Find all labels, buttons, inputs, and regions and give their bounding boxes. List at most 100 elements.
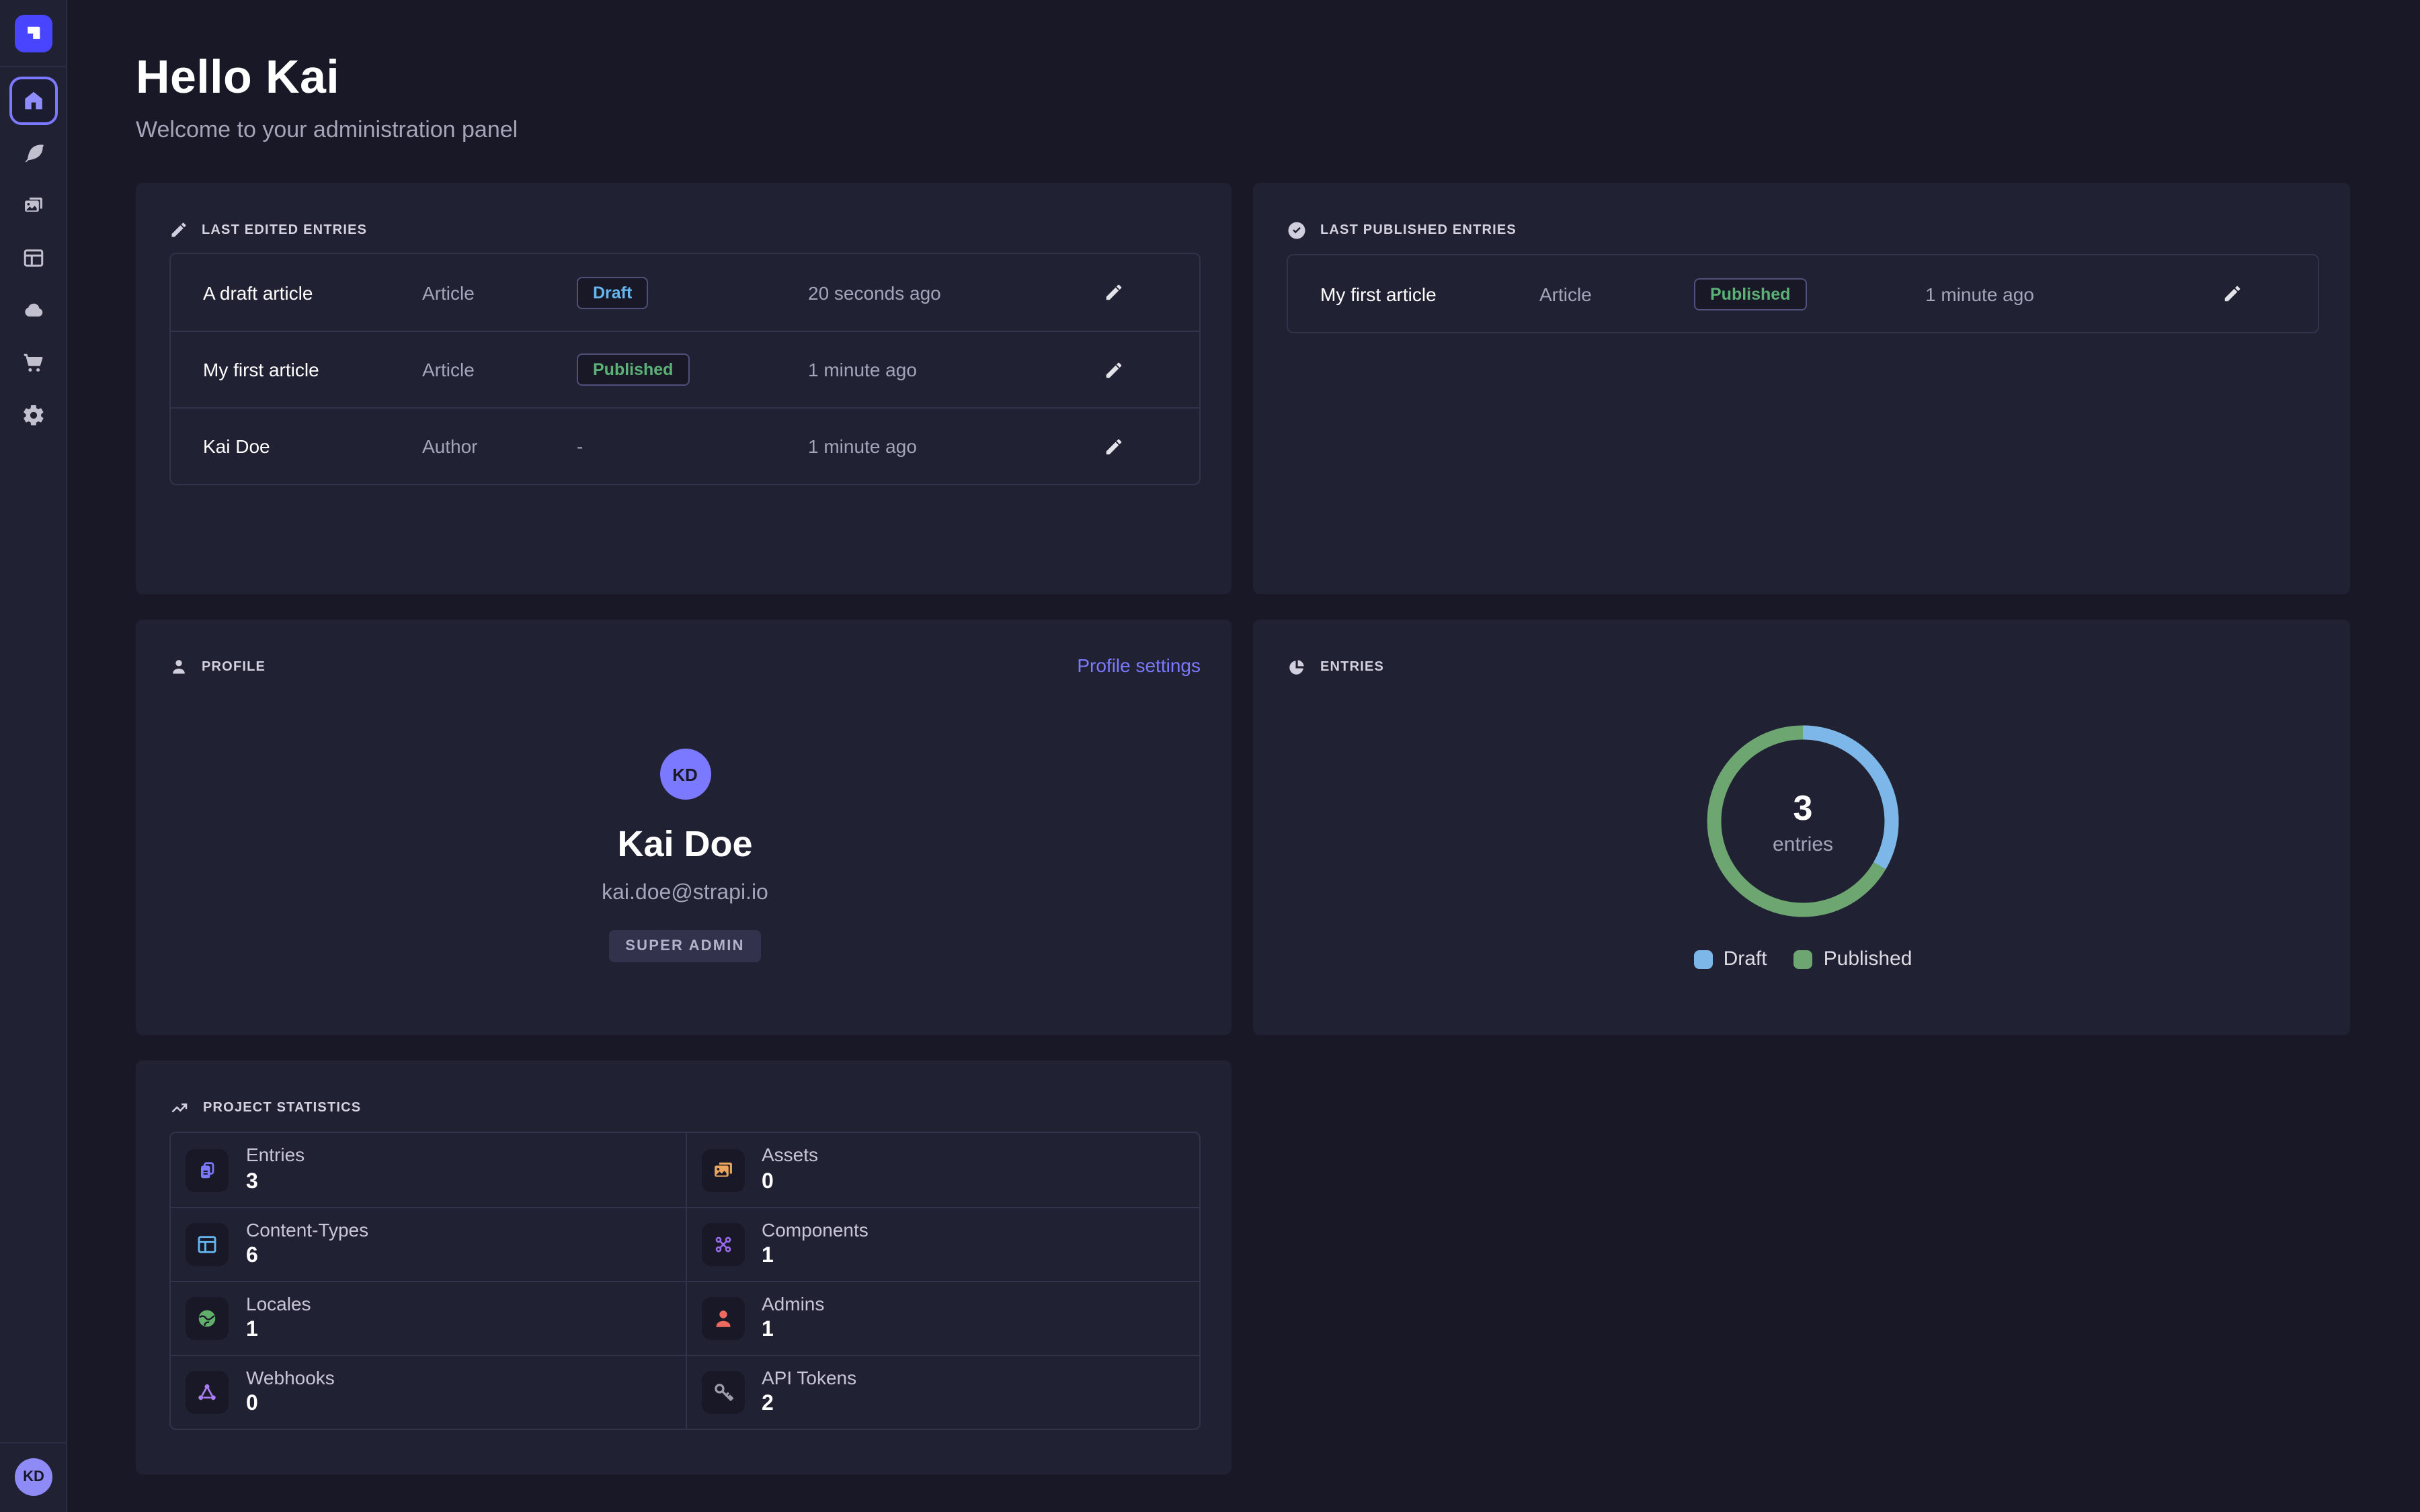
- home-icon: [22, 89, 46, 113]
- stat-admins: Admins 1: [685, 1281, 1199, 1355]
- project-statistics-header: PROJECT STATISTICS: [169, 1098, 1201, 1118]
- stat-label: Admins: [762, 1294, 824, 1315]
- main-content: Hello Kai Welcome to your administration…: [67, 0, 2420, 1474]
- edit-entry-button[interactable]: [1103, 360, 1123, 380]
- entry-type: Article: [422, 359, 577, 380]
- cart-icon: [22, 351, 46, 375]
- profile-settings-link[interactable]: Profile settings: [1077, 655, 1201, 676]
- status-badge: Draft: [577, 276, 648, 308]
- last-published-table: My first article Article Published 1 min…: [1287, 254, 2319, 333]
- sidebar-item-media-library[interactable]: [9, 181, 58, 230]
- entry-name: My first article: [203, 359, 422, 380]
- stat-value: 1: [762, 1245, 869, 1269]
- stat-value: 0: [762, 1170, 818, 1194]
- entry-name: A draft article: [203, 282, 422, 303]
- user-avatar[interactable]: KD: [15, 1458, 52, 1496]
- layout-icon: [186, 1223, 229, 1266]
- sidebar-item-content-type-builder[interactable]: [9, 234, 58, 282]
- stat-label: Assets: [762, 1146, 818, 1167]
- strapi-logo-icon: [19, 19, 48, 48]
- stat-label: Locales: [246, 1294, 311, 1315]
- stats-grid: Entries 3: [169, 1132, 1201, 1430]
- sidebar-item-deploy[interactable]: [9, 286, 58, 335]
- stat-label: API Tokens: [762, 1368, 856, 1389]
- sidebar-item-home[interactable]: [9, 77, 58, 125]
- entries-count: 3: [1793, 787, 1813, 829]
- draft-swatch: [1694, 950, 1713, 968]
- project-statistics-title: PROJECT STATISTICS: [203, 1101, 361, 1116]
- stat-value: 0: [246, 1392, 335, 1417]
- documents-icon: [186, 1148, 229, 1191]
- last-published-title: LAST PUBLISHED ENTRIES: [1320, 223, 1517, 238]
- stat-value: 6: [246, 1245, 368, 1269]
- table-row: A draft article Article Draft 20 seconds…: [171, 254, 1199, 331]
- entry-time: 1 minute ago: [808, 359, 1055, 380]
- pencil-icon: [2222, 284, 2242, 304]
- edit-entry-button[interactable]: [1103, 282, 1123, 302]
- last-edited-entries-card: LAST EDITED ENTRIES A draft article Arti…: [136, 183, 1232, 594]
- last-published-entries-card: LAST PUBLISHED ENTRIES My first article …: [1253, 183, 2350, 594]
- profile-name: Kai Doe: [617, 824, 752, 866]
- table-row: My first article Article Published 1 min…: [1288, 255, 2318, 332]
- entries-header: ENTRIES: [1287, 657, 2319, 677]
- stat-assets: Assets 0: [685, 1133, 1199, 1207]
- legend-item-published: Published: [1794, 948, 1912, 970]
- profile-body: KD Kai Doe kai.doe@strapi.io SUPER ADMIN: [169, 749, 1201, 962]
- pie-chart-icon: [1287, 657, 1307, 677]
- profile-header: PROFILE: [169, 657, 1201, 676]
- images-icon: [22, 194, 46, 218]
- edit-entry-button[interactable]: [2222, 284, 2242, 304]
- entries-donut-chart: 3 entries: [1706, 724, 1900, 918]
- stat-value: 2: [762, 1392, 856, 1417]
- entry-time: 1 minute ago: [1925, 283, 2174, 304]
- edit-entry-button[interactable]: [1103, 436, 1123, 456]
- stat-content-types: Content-Types 6: [171, 1207, 685, 1281]
- profile-role-badge: SUPER ADMIN: [609, 930, 760, 962]
- pencil-icon: [1103, 360, 1123, 380]
- table-row: Kai Doe Author - 1 minute ago: [171, 407, 1199, 484]
- stat-locales: Locales 1: [171, 1281, 685, 1355]
- last-published-header: LAST PUBLISHED ENTRIES: [1287, 220, 2319, 241]
- webhook-icon: [186, 1371, 229, 1414]
- legend-item-draft: Draft: [1694, 948, 1767, 970]
- profile-email: kai.doe@strapi.io: [602, 882, 768, 906]
- page-subtitle: Welcome to your administration panel: [136, 117, 2350, 144]
- sidebar: KD: [0, 0, 67, 1512]
- feather-icon: [22, 141, 46, 165]
- app-window: KD Hello Kai Welcome to your administrat…: [0, 0, 2420, 1512]
- nodes-icon: [701, 1223, 744, 1266]
- check-circle-icon: [1287, 220, 1307, 241]
- table-row: My first article Article Published 1 min…: [171, 331, 1199, 407]
- status-badge: Published: [1694, 278, 1806, 310]
- entry-name: My first article: [1320, 283, 1539, 304]
- stat-value: 1: [246, 1318, 311, 1343]
- sidebar-item-marketplace[interactable]: [9, 339, 58, 387]
- last-edited-header: LAST EDITED ENTRIES: [169, 220, 1201, 239]
- layout-icon: [22, 246, 46, 270]
- profile-card: PROFILE Profile settings KD Kai Doe kai.…: [136, 620, 1232, 1035]
- stat-label: Entries: [246, 1146, 305, 1167]
- status-dash: -: [577, 435, 808, 457]
- entries-unit: entries: [1773, 833, 1833, 855]
- gear-icon: [22, 403, 46, 427]
- entries-chart-card: ENTRIES 3 entries Draft: [1253, 620, 2350, 1035]
- stat-entries: Entries 3: [171, 1133, 685, 1207]
- chart-legend: Draft Published: [1287, 948, 2319, 970]
- strapi-logo[interactable]: [15, 15, 52, 52]
- pencil-icon: [169, 220, 188, 239]
- legend-label: Published: [1824, 948, 1912, 970]
- globe-icon: [186, 1297, 229, 1340]
- donut-center-label: 3 entries: [1706, 724, 1900, 918]
- sidebar-item-settings[interactable]: [9, 391, 58, 439]
- sidebar-item-content-manager[interactable]: [9, 129, 58, 177]
- legend-label: Draft: [1724, 948, 1767, 970]
- page-title: Hello Kai: [136, 51, 2350, 105]
- sidebar-nav: [9, 77, 58, 439]
- entry-type: Author: [422, 435, 577, 457]
- entry-type: Article: [1539, 283, 1694, 304]
- stat-label: Content-Types: [246, 1220, 368, 1241]
- last-edited-title: LAST EDITED ENTRIES: [202, 222, 367, 237]
- entry-name: Kai Doe: [203, 435, 422, 457]
- profile-avatar: KD: [659, 749, 711, 800]
- pictures-icon: [701, 1148, 744, 1191]
